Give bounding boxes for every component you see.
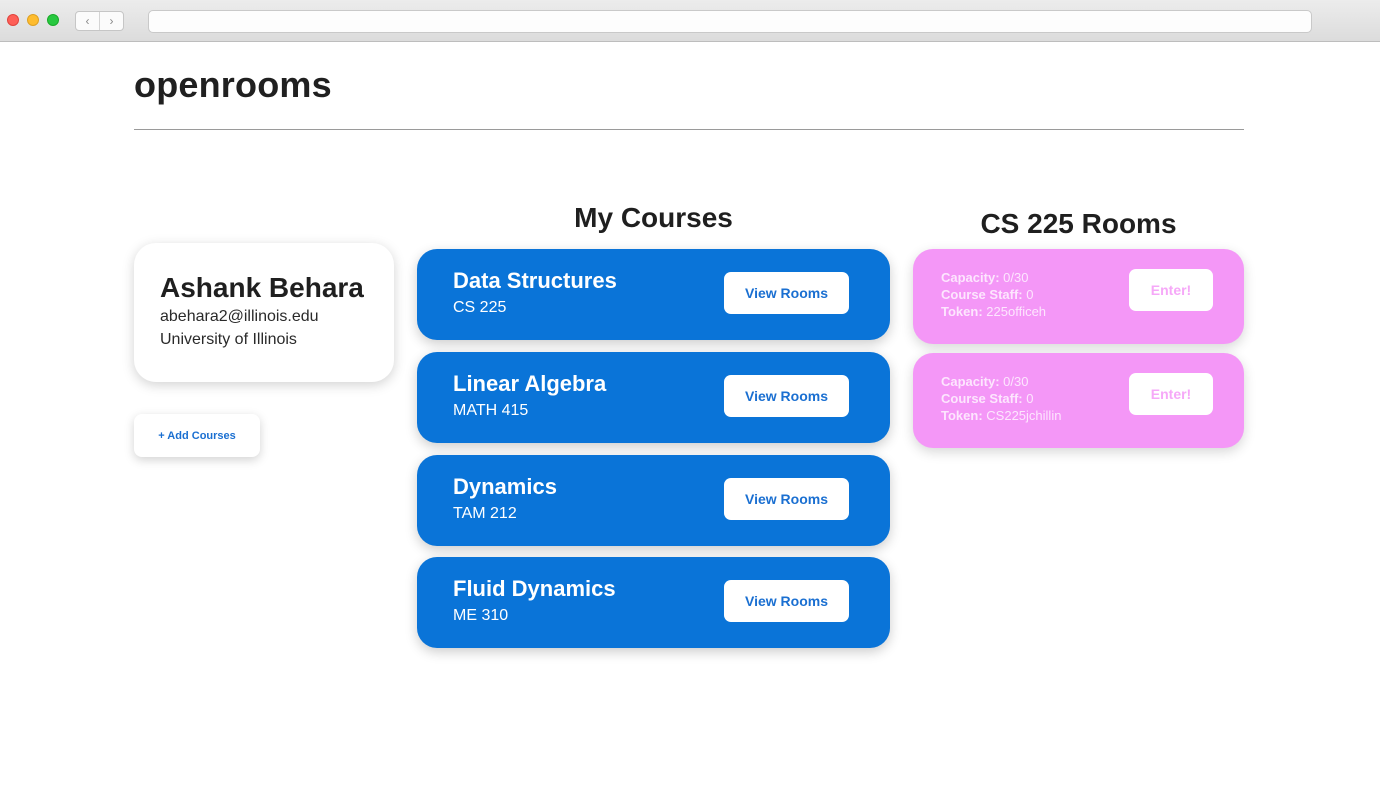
- course-card: Linear Algebra MATH 415 View Rooms: [417, 352, 890, 443]
- course-name: Data Structures: [453, 268, 617, 293]
- course-code: CS 225: [453, 299, 507, 316]
- capacity-label: Capacity:: [941, 270, 1000, 285]
- room-card: Capacity: 0/30 Course Staff: 0 Token: CS…: [913, 353, 1244, 448]
- chevron-right-icon[interactable]: ›: [99, 12, 123, 30]
- maximize-window-button[interactable]: [47, 14, 59, 26]
- header-divider: [134, 129, 1244, 130]
- room-staff: 0: [1026, 391, 1034, 406]
- capacity-label: Capacity:: [941, 374, 1000, 389]
- view-rooms-button[interactable]: View Rooms: [724, 478, 849, 520]
- room-info: Capacity: 0/30 Course Staff: 0 Token: 22…: [941, 269, 1046, 320]
- room-token: CS225jchillin: [986, 408, 1062, 423]
- add-courses-button[interactable]: + Add Courses: [134, 414, 260, 457]
- course-card: Fluid Dynamics ME 310 View Rooms: [417, 557, 890, 648]
- token-label: Token:: [941, 408, 983, 423]
- profile-card: Ashank Behara abehara2@illinois.edu Univ…: [134, 243, 394, 382]
- enter-room-button[interactable]: Enter!: [1129, 373, 1213, 415]
- chevron-left-icon[interactable]: ‹: [76, 12, 99, 30]
- room-capacity: 0/30: [1003, 270, 1029, 285]
- token-label: Token:: [941, 304, 983, 319]
- course-name: Fluid Dynamics: [453, 576, 616, 601]
- view-rooms-button[interactable]: View Rooms: [724, 272, 849, 314]
- profile-name: Ashank Behara: [160, 272, 364, 303]
- close-window-button[interactable]: [7, 14, 19, 26]
- room-info: Capacity: 0/30 Course Staff: 0 Token: CS…: [941, 373, 1061, 424]
- staff-label: Course Staff:: [941, 287, 1023, 302]
- room-token: 225officeh: [986, 304, 1047, 319]
- room-capacity: 0/30: [1003, 374, 1029, 389]
- view-rooms-button[interactable]: View Rooms: [724, 580, 849, 622]
- view-rooms-button[interactable]: View Rooms: [724, 375, 849, 417]
- course-name: Linear Algebra: [453, 371, 607, 396]
- courses-heading: My Courses: [574, 202, 733, 233]
- profile-university: University of Illinois: [160, 331, 297, 348]
- app-title: openrooms: [134, 64, 332, 105]
- course-code: MATH 415: [453, 402, 529, 419]
- address-bar[interactable]: [148, 10, 1312, 33]
- minimize-window-button[interactable]: [27, 14, 39, 26]
- course-code: ME 310: [453, 607, 509, 624]
- enter-room-button[interactable]: Enter!: [1129, 269, 1213, 311]
- course-card: Data Structures CS 225 View Rooms: [417, 249, 890, 340]
- course-card: Dynamics TAM 212 View Rooms: [417, 455, 890, 546]
- history-nav: ‹ ›: [75, 11, 124, 31]
- room-staff: 0: [1026, 287, 1034, 302]
- course-name: Dynamics: [453, 474, 557, 499]
- course-code: TAM 212: [453, 505, 517, 522]
- browser-toolbar: ‹ ›: [0, 0, 1380, 42]
- room-card: Capacity: 0/30 Course Staff: 0 Token: 22…: [913, 249, 1244, 344]
- rooms-heading: CS 225 Rooms: [980, 208, 1177, 239]
- profile-email: abehara2@illinois.edu: [160, 308, 319, 325]
- staff-label: Course Staff:: [941, 391, 1023, 406]
